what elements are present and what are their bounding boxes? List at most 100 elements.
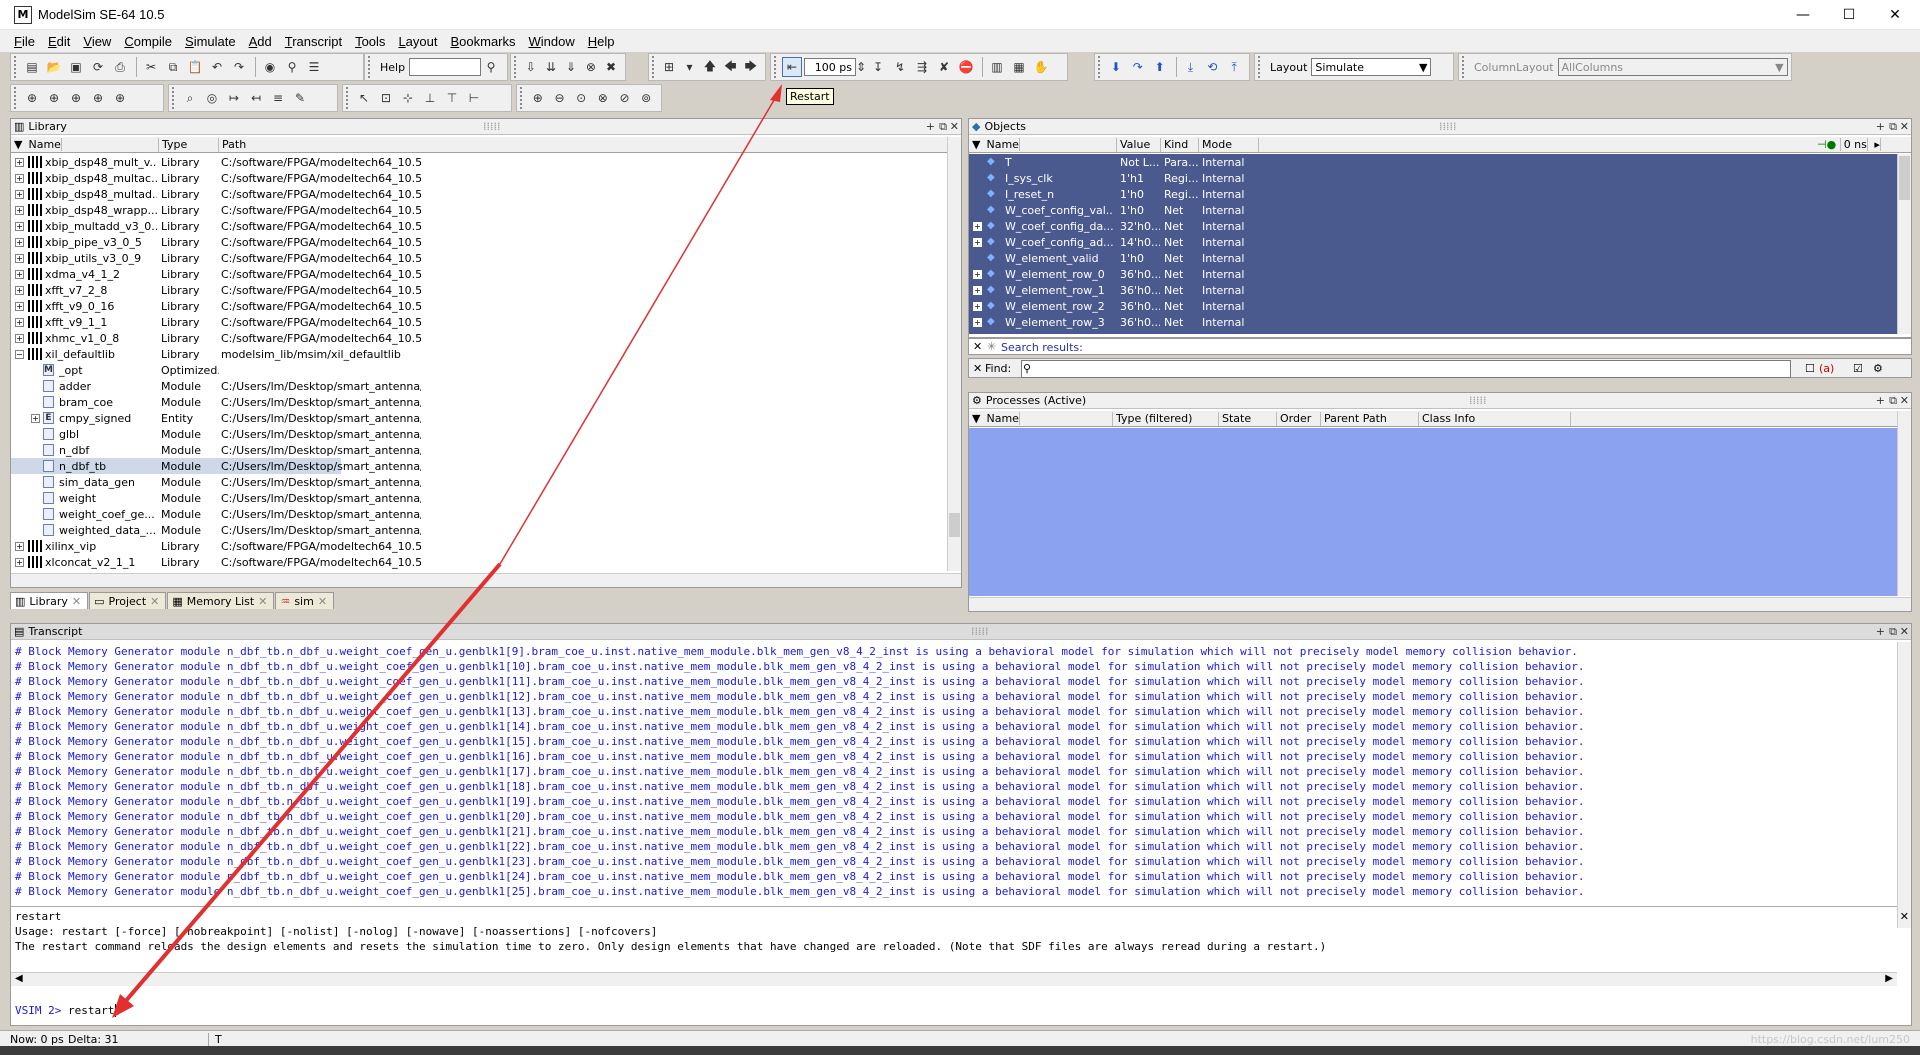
objects-time-control[interactable]: ⊣● 0 ns ▸	[1811, 138, 1899, 152]
find-option-checkbox[interactable]: ☑	[1853, 362, 1863, 375]
zoom-range-icon[interactable]: ⊚	[636, 88, 656, 108]
find-binoculars-icon[interactable]: ⚲	[282, 57, 302, 77]
menu-transcript[interactable]: Transcript	[285, 34, 342, 49]
clear-search-icon[interactable]: ✎	[290, 88, 310, 108]
pane-drag-handle[interactable]: ⁞⁞⁞⁞⁞	[1469, 394, 1486, 407]
menu-help[interactable]: Help	[588, 34, 615, 49]
library-row[interactable]: glbl Module C:/Users/lm/Desktop/smart_ante…	[11, 426, 421, 442]
pane-undock-icon[interactable]: ⧉	[939, 120, 947, 134]
maximize-button[interactable]: ☐	[1826, 0, 1872, 30]
collapse-icon[interactable]: ☰	[304, 57, 324, 77]
object-row[interactable]: + ◆ W_element_row_1 36'h0... Net Internal	[969, 282, 1883, 298]
insert-cursor-icon[interactable]: ⊥	[420, 88, 440, 108]
library-row[interactable]: weight_coef_ge... Module C:/Users/lm/Deskt…	[11, 506, 421, 522]
add-to-wave-icon[interactable]: ⊕	[22, 88, 42, 108]
menu-bookmarks[interactable]: Bookmarks	[450, 34, 515, 49]
reload-icon[interactable]: ⟳	[88, 57, 108, 77]
library-row[interactable]: weight Module C:/Users/lm/Desktop/smart_an…	[11, 490, 421, 506]
menu-edit[interactable]: Edit	[48, 34, 70, 49]
pane-undock-icon[interactable]: ⧉	[1889, 625, 1897, 639]
select-pointer-icon[interactable]: ↖	[354, 88, 374, 108]
library-col-type[interactable]: Type	[159, 138, 219, 152]
library-row[interactable]: E + cmpy_signed Entity C:/Users/lm/Desktop/s…	[11, 410, 421, 426]
library-row[interactable]: n_dbf Module C:/Users/lm/Desktop/smart_ant…	[11, 442, 421, 458]
tab-library[interactable]: ▥ Library ✕	[10, 592, 89, 609]
expand-toggle-icon[interactable]: +	[31, 414, 40, 423]
copy-icon[interactable]: ⧉	[163, 57, 183, 77]
objects-vertical-scrollbar[interactable]	[1897, 154, 1911, 334]
open-folder-icon[interactable]: 📂	[44, 57, 64, 77]
menu-add[interactable]: Add	[249, 34, 272, 49]
toolbar-grip[interactable]	[1462, 56, 1466, 78]
close-help-icon[interactable]: ✕	[1900, 910, 1909, 923]
pane-undock-icon[interactable]: ⧉	[1889, 120, 1897, 134]
expand-toggle-icon[interactable]: +	[15, 558, 24, 567]
cut-icon[interactable]: ✂	[141, 57, 161, 77]
run-length-spinner-icon[interactable]: ⇕	[856, 57, 866, 77]
step-out-icon[interactable]: ⬆	[1150, 57, 1170, 77]
library-vertical-scrollbar[interactable]	[947, 137, 961, 571]
library-row[interactable]: + xbip_utils_v3_0_9 Library C:/software/FPG…	[11, 250, 421, 266]
expand-toggle-icon[interactable]: +	[15, 174, 24, 183]
minimize-button[interactable]: —	[1780, 0, 1826, 30]
pane-close-icon[interactable]: ✕	[1900, 625, 1909, 638]
pane-add-icon[interactable]: +	[926, 120, 935, 133]
continue-run-icon[interactable]: ↯	[890, 57, 910, 77]
library-row[interactable]: weighted_data_... Module C:/Users/lm/Deskt…	[11, 522, 421, 538]
compile-out-of-date-icon[interactable]: ⇓	[562, 57, 580, 77]
tab-close-icon[interactable]: ✕	[318, 595, 327, 608]
library-row[interactable]: adder Module C:/Users/lm/Desktop/smart_ant…	[11, 378, 421, 394]
library-horizontal-scrollbar[interactable]	[11, 573, 961, 587]
toolbar-grip[interactable]	[774, 56, 778, 78]
break-sim-icon[interactable]: ✘	[934, 57, 954, 77]
expand-toggle-icon[interactable]: +	[973, 302, 982, 311]
help-search-icon[interactable]: ⚲	[481, 57, 501, 77]
pane-add-icon[interactable]: +	[1876, 394, 1885, 407]
find-next-icon[interactable]: ↦	[224, 88, 244, 108]
add-to-schematic-icon[interactable]: ⊕	[110, 88, 130, 108]
menu-compile[interactable]: Compile	[124, 34, 172, 49]
add-dropdown-icon[interactable]: ▾	[680, 57, 698, 77]
object-row[interactable]: + ◆ W_coef_config_da... 32'h0... Net Internal	[969, 218, 1883, 234]
library-row[interactable]: + xilinx_vip Library C:/software/FPGA/model…	[11, 538, 421, 554]
library-row[interactable]: + xhmc_v1_0_8 Library C:/software/FPGA/mode…	[11, 330, 421, 346]
expand-toggle-icon[interactable]: +	[973, 270, 982, 279]
command-line[interactable]: VSIM 2> restart	[15, 1004, 117, 1020]
expand-toggle-icon[interactable]: +	[15, 270, 24, 279]
processes-col-class-info[interactable]: Class Info	[1419, 412, 1571, 426]
step-over-icon[interactable]: ↷	[1128, 57, 1148, 77]
run-icon[interactable]: ↧	[868, 57, 888, 77]
expand-toggle-icon[interactable]: +	[973, 318, 982, 327]
pane-close-icon[interactable]: ✕	[950, 120, 959, 133]
object-row[interactable]: + ◆ W_coef_config_ad... 14'h0... Net Internal	[969, 234, 1883, 250]
library-row[interactable]: + xfft_v7_2_8 Library C:/software/FPGA/mode…	[11, 282, 421, 298]
undo-icon[interactable]: ↶	[207, 57, 227, 77]
redo-icon[interactable]: ↷	[229, 57, 249, 77]
menu-layout[interactable]: Layout	[398, 34, 437, 49]
edit-cursor-icon[interactable]: ⊹	[398, 88, 418, 108]
tab-sim[interactable]: ♒ sim ✕	[275, 592, 335, 609]
paste-icon[interactable]: 📋	[185, 57, 205, 77]
objects-col-kind[interactable]: Kind	[1161, 138, 1199, 152]
save-icon[interactable]: ▣	[66, 57, 86, 77]
menu-view[interactable]: View	[83, 34, 111, 49]
toolbar-grip[interactable]	[14, 87, 18, 109]
library-col-path[interactable]: Path	[219, 138, 419, 152]
hand-icon[interactable]: ✋	[1031, 57, 1051, 77]
objects-col-mode[interactable]: Mode	[1199, 138, 1259, 152]
transcript-vertical-scrollbar[interactable]	[1897, 642, 1911, 928]
find-option-checkbox[interactable]: ☐	[1805, 362, 1815, 375]
object-row[interactable]: ◆ W_coef_config_val... 1'h0 Net Internal	[969, 202, 1883, 218]
processes-col-name[interactable]: ▼ Name	[969, 412, 1113, 426]
memory-icon[interactable]: ▦	[1009, 57, 1029, 77]
compile-all-icon[interactable]: ⇊	[542, 57, 560, 77]
tab-close-icon[interactable]: ✕	[72, 595, 81, 608]
tab-close-icon[interactable]: ✕	[258, 595, 267, 608]
expand-toggle-icon[interactable]: +	[973, 238, 982, 247]
menu-tools[interactable]: Tools	[355, 34, 385, 49]
scroll-right-icon[interactable]: ▶	[1885, 973, 1893, 984]
expand-toggle-icon[interactable]: +	[15, 254, 24, 263]
run-all-icon[interactable]: ⇶	[912, 57, 932, 77]
expand-toggle-icon[interactable]: +	[15, 318, 24, 327]
expand-toggle-icon[interactable]: +	[973, 222, 982, 231]
